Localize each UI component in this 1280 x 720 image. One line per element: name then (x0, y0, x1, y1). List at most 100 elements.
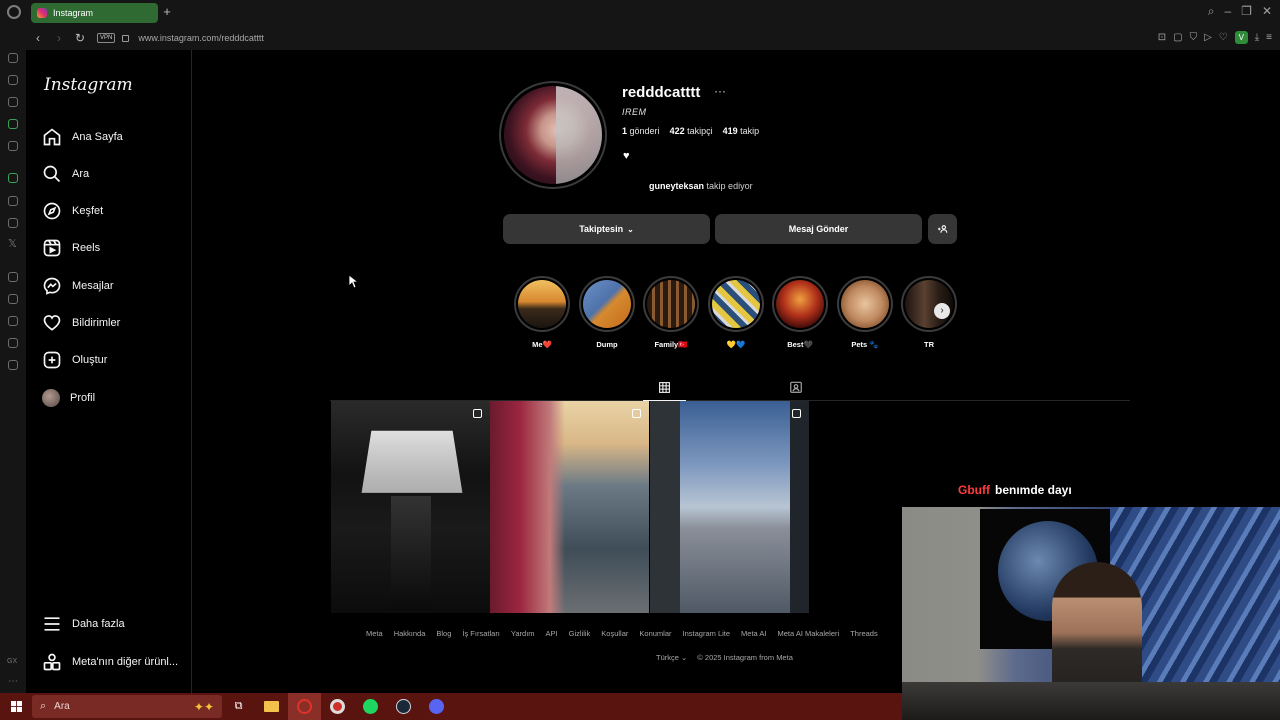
twitch-sidebar-icon[interactable] (8, 119, 18, 129)
nav-reels[interactable]: Reels (42, 236, 100, 260)
opera-gx-button[interactable] (288, 693, 321, 720)
tab-tagged[interactable] (780, 374, 812, 400)
nav-more[interactable]: Daha fazla (42, 612, 125, 636)
new-tab-button[interactable]: + (161, 5, 173, 18)
nav-messages[interactable]: Mesajlar (42, 274, 114, 298)
footer-link[interactable]: Blog (436, 629, 451, 638)
profile-picture[interactable] (504, 86, 602, 184)
highlight-item[interactable]: Family🇹🇷 (643, 276, 699, 349)
message-button[interactable]: Mesaj Gönder (715, 214, 922, 244)
post-thumbnail[interactable] (650, 401, 809, 613)
footer-link[interactable]: Konumlar (639, 629, 671, 638)
nav-meta-products[interactable]: Meta'nın diğer ürünl... (42, 650, 178, 674)
shield-icon[interactable]: ⛉ (1190, 32, 1198, 43)
following-button[interactable]: Takiptesin ⌄ (503, 214, 710, 244)
x-sidebar-icon[interactable]: 𝕏 (8, 237, 17, 250)
highlight-item[interactable]: Pets 🐾 (837, 276, 893, 349)
more-sidebar-icon[interactable]: ⋯ (8, 676, 18, 687)
hamburger-icon (44, 617, 60, 631)
refresh-sidebar-icon[interactable] (8, 75, 18, 85)
followed-by-user: guneyteksan (649, 181, 705, 191)
highlight-item[interactable]: Dump (579, 276, 635, 349)
download-icon[interactable]: ⤓ (1255, 32, 1259, 43)
tab-instagram[interactable]: Instagram (31, 3, 158, 23)
back-icon[interactable]: ‹ (29, 31, 47, 45)
player-icon[interactable]: ▷ (1204, 32, 1212, 43)
instagram-sidebar-icon[interactable] (8, 218, 18, 228)
instagram-logo[interactable]: Instagram (44, 75, 133, 95)
close-icon[interactable]: ✕ (1262, 4, 1272, 19)
post-thumbnail[interactable] (490, 401, 649, 613)
pin-icon[interactable]: ⊡ (1158, 32, 1166, 43)
whatsapp-sidebar-icon[interactable] (8, 196, 18, 206)
pin-sidebar-icon[interactable] (8, 294, 18, 304)
snapshot-icon[interactable]: ▢ (1173, 32, 1182, 43)
footer-link[interactable]: Meta AI (741, 629, 766, 638)
highlight-label: TR (924, 340, 934, 349)
messenger-sidebar-icon[interactable] (8, 53, 18, 63)
highlights-next-button[interactable]: › (934, 303, 950, 319)
reload-icon[interactable]: ↻ (71, 31, 89, 45)
maximize-icon[interactable]: ❐ (1241, 4, 1252, 19)
discord-button[interactable] (420, 693, 453, 720)
nav-search[interactable]: Ara (42, 162, 89, 186)
taskbar-search[interactable]: ⌕ Ara ✦✦ (32, 695, 222, 718)
footer-link[interactable]: Hakkında (394, 629, 426, 638)
highlight-label: Me❤️ (532, 340, 552, 349)
menu-icon[interactable]: ≡ (1266, 32, 1272, 43)
posts-count: 1 (622, 126, 628, 136)
spotify-button[interactable] (354, 693, 387, 720)
suggested-users-button[interactable] (928, 214, 957, 244)
search-tabs-icon[interactable]: ⌕ (1208, 4, 1215, 19)
task-view-button[interactable]: ⧉ (222, 693, 255, 720)
footer-link[interactable]: Threads (850, 629, 878, 638)
highlight-label: Family🇹🇷 (654, 340, 688, 349)
minimize-icon[interactable]: – (1224, 4, 1231, 19)
steam-button[interactable] (387, 693, 420, 720)
settings-sidebar-icon[interactable] (8, 360, 18, 370)
footer-link[interactable]: Meta AI Makaleleri (777, 629, 839, 638)
footer-link[interactable]: İş Fırsatları (462, 629, 500, 638)
history-sidebar-icon[interactable] (8, 316, 18, 326)
footer-link[interactable]: Koşullar (601, 629, 628, 638)
nav-explore[interactable]: Keşfet (42, 199, 103, 223)
m-sidebar-icon[interactable] (8, 141, 18, 151)
extensions-sidebar-icon[interactable] (8, 338, 18, 348)
nav-notifications[interactable]: Bildirimler (42, 311, 120, 335)
footer-link[interactable]: Gizlilik (569, 629, 591, 638)
favorite-icon[interactable]: ♡ (1219, 32, 1228, 43)
followers-stat[interactable]: 422 takipçi (670, 126, 713, 136)
post-thumbnail[interactable] (331, 401, 490, 613)
forward-icon[interactable]: › (50, 31, 68, 45)
followed-by[interactable]: guneyteksan takip ediyor (649, 181, 753, 191)
nav-profile[interactable]: Profil (42, 386, 95, 410)
footer-link[interactable]: Yardım (511, 629, 535, 638)
grid-icon (659, 381, 670, 393)
profile-avatar-button[interactable]: V (1234, 31, 1248, 44)
chevron-down-icon: ⌄ (627, 224, 634, 234)
highlight-item[interactable]: 💛💙 (708, 276, 764, 349)
more-options-icon[interactable]: ··· (714, 84, 726, 98)
player-sidebar-icon[interactable] (8, 272, 18, 282)
footer-link[interactable]: API (546, 629, 558, 638)
highlight-item[interactable]: Me❤️ (514, 276, 570, 349)
footer-link[interactable]: Meta (366, 629, 383, 638)
tab-posts[interactable] (643, 374, 686, 401)
windows-start-button[interactable] (0, 693, 32, 720)
highlight-item[interactable]: Best🖤 (772, 276, 828, 349)
language-select[interactable]: Türkçe ⌄ (656, 653, 687, 662)
chrome-button[interactable] (321, 693, 354, 720)
nav-create[interactable]: Oluştur (42, 348, 107, 372)
lock-icon[interactable] (122, 34, 130, 42)
aria-sidebar-icon[interactable] (8, 173, 18, 183)
ai-sidebar-icon[interactable] (8, 97, 18, 107)
opera-logo-icon[interactable] (7, 5, 21, 19)
gx-label[interactable]: GX (7, 658, 17, 665)
following-stat[interactable]: 419 takip (723, 126, 760, 136)
file-explorer-button[interactable] (255, 693, 288, 720)
highlight-label: Dump (596, 340, 618, 349)
url-field[interactable]: www.instagram.com/redddcatttt (138, 33, 264, 43)
nav-home[interactable]: Ana Sayfa (42, 125, 123, 149)
vpn-badge[interactable]: VPN (97, 33, 116, 43)
footer-link[interactable]: Instagram Lite (683, 629, 731, 638)
